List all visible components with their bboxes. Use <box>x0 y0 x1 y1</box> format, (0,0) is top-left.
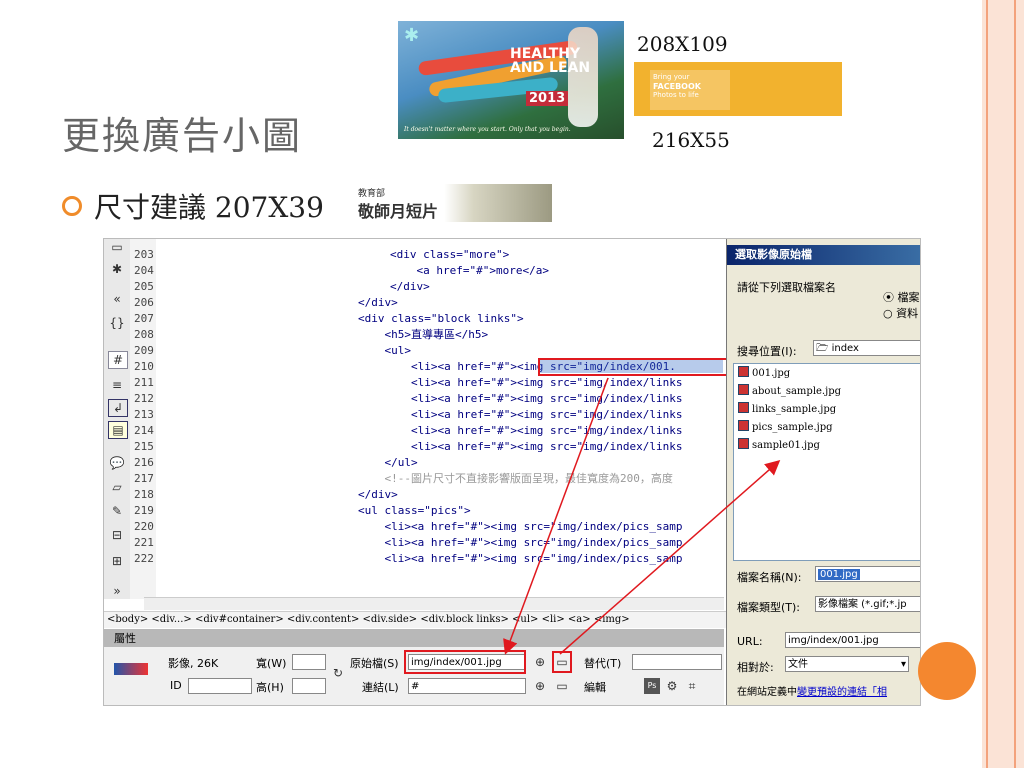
annotation-arrows <box>503 377 781 655</box>
orange-circle-decoration <box>918 642 976 700</box>
arrow-code-to-src <box>503 377 609 655</box>
arrow-browse-to-dialog <box>559 460 781 655</box>
